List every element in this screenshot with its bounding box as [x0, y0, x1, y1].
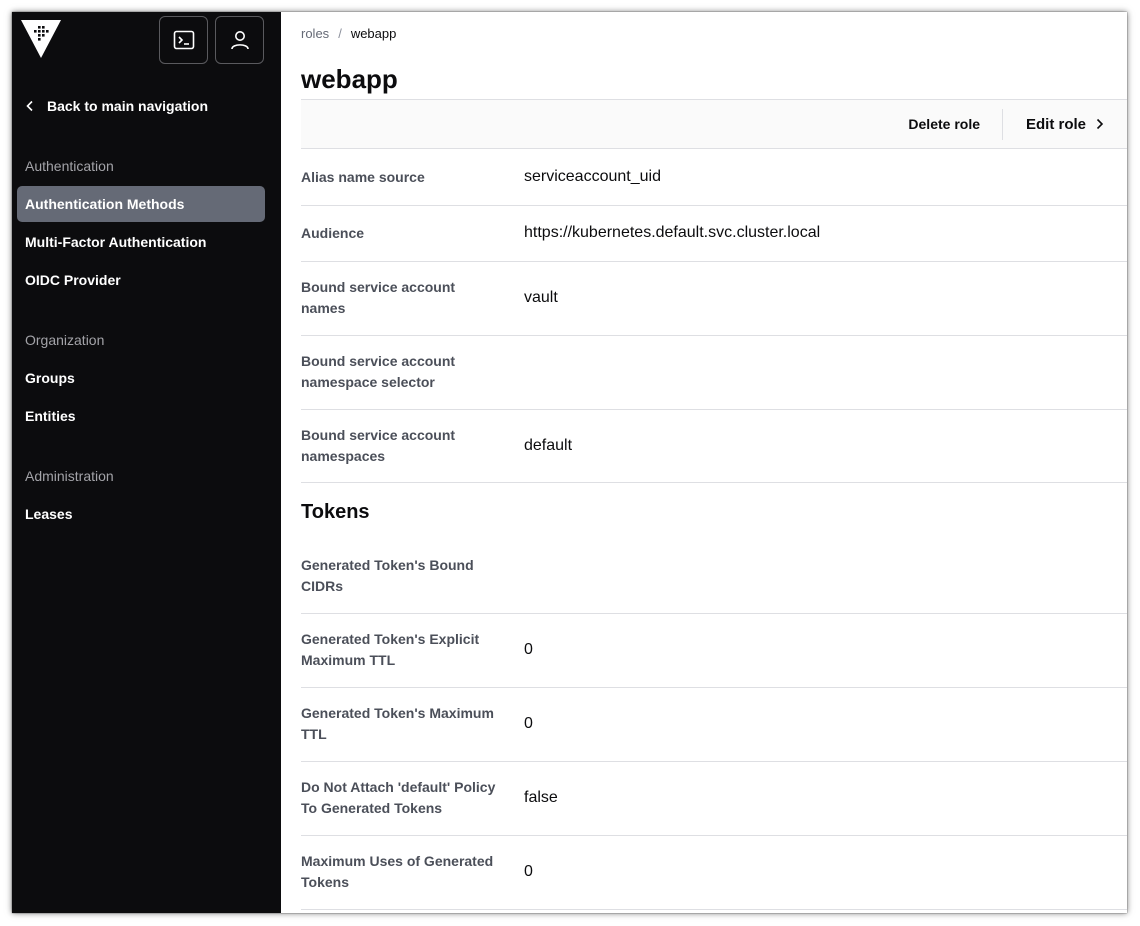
row-label: Bound service account namespaces [301, 427, 456, 464]
sidebar-item-groups[interactable]: Groups [17, 360, 265, 396]
token-row-explicit-maximum-ttl: Generated Token's Explicit Maximum TTL 0 [301, 614, 1127, 688]
vault-logo-icon[interactable] [21, 20, 61, 60]
sidebar-item-leases[interactable]: Leases [17, 496, 265, 532]
detail-row-bound-service-account-names: Bound service account names vault [301, 262, 1127, 336]
row-label: Maximum Uses of Generated Tokens [301, 853, 494, 890]
token-row-no-default-policy: Do Not Attach 'default' Policy To Genera… [301, 762, 1127, 836]
section-label-organization: Organization [25, 332, 105, 348]
row-value: false [524, 789, 558, 806]
row-label: Bound service account names [301, 279, 456, 316]
user-menu-button[interactable] [215, 16, 264, 64]
tokens-section-title: Tokens [301, 501, 370, 523]
row-label: Alias name source [301, 169, 425, 185]
app-window: Back to main navigation Authentication A… [12, 12, 1127, 913]
token-row-maximum-ttl: Generated Token's Maximum TTL 0 [301, 688, 1127, 762]
toolbar-divider [1002, 109, 1003, 140]
console-button[interactable] [159, 16, 208, 64]
detail-row-bound-service-account-namespace-selector: Bound service account namespace selector [301, 336, 1127, 410]
user-icon [230, 31, 249, 50]
row-label: Generated Token's Maximum TTL [301, 705, 494, 742]
back-link-label: Back to main navigation [47, 98, 209, 114]
row-label: Audience [301, 225, 365, 241]
edit-role-button[interactable]: Edit role [1026, 100, 1104, 148]
toolbar: Delete role Edit role [301, 99, 1127, 149]
detail-row-bound-service-account-namespaces: Bound service account namespaces default [301, 410, 1127, 483]
detail-row-alias-name-source: Alias name source serviceaccount_uid [301, 149, 1127, 206]
row-label: Do Not Attach 'default' Policy To Genera… [301, 779, 496, 816]
row-value: default [524, 437, 573, 454]
breadcrumb: roles / webapp [301, 26, 396, 41]
edit-role-label: Edit role [1026, 115, 1087, 133]
terminal-icon [173, 30, 194, 50]
sidebar-item-entities[interactable]: Entities [17, 398, 265, 434]
token-row-maximum-uses: Maximum Uses of Generated Tokens 0 [301, 836, 1127, 910]
back-to-main-navigation-link[interactable]: Back to main navigation [25, 96, 208, 116]
breadcrumb-current: webapp [350, 26, 397, 41]
delete-role-label: Delete role [908, 116, 980, 132]
row-value: 0 [524, 715, 533, 732]
delete-role-button[interactable]: Delete role [908, 100, 980, 148]
section-label-authentication: Authentication [25, 158, 114, 174]
chevron-right-icon [1096, 118, 1104, 130]
row-value: https://kubernetes.default.svc.cluster.l… [524, 224, 821, 241]
row-value: serviceaccount_uid [524, 168, 661, 185]
breadcrumb-roles-link[interactable]: roles [301, 26, 329, 41]
row-label: Bound service account namespace selector [301, 353, 456, 390]
detail-row-audience: Audience https://kubernetes.default.svc.… [301, 206, 1127, 262]
row-label: Generated Token's Bound CIDRs [301, 557, 474, 594]
row-value: 0 [524, 641, 533, 658]
token-row-bound-cidrs: Generated Token's Bound CIDRs [301, 540, 1127, 614]
breadcrumb-separator: / [338, 26, 342, 41]
main-content: roles / webapp webapp Delete role Edit r… [281, 12, 1127, 913]
row-value: 0 [524, 863, 533, 880]
sidebar: Back to main navigation Authentication A… [12, 12, 281, 913]
sidebar-item-oidc-provider[interactable]: OIDC Provider [17, 262, 265, 298]
sidebar-item-authentication-methods[interactable]: Authentication Methods [17, 186, 265, 222]
page-title: webapp [301, 64, 398, 94]
row-value: vault [524, 289, 558, 306]
sidebar-item-multi-factor-authentication[interactable]: Multi-Factor Authentication [17, 224, 265, 260]
chevron-left-icon [26, 100, 33, 112]
row-label: Generated Token's Explicit Maximum TTL [301, 631, 480, 668]
section-label-administration: Administration [25, 468, 114, 484]
